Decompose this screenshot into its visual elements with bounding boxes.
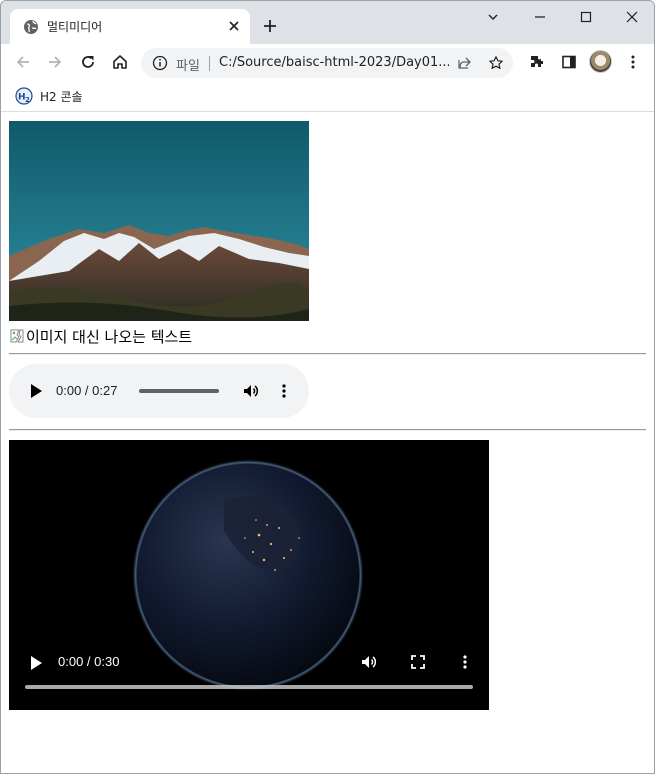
broken-image: 이미지 대신 나오는 텍스트: [9, 325, 192, 347]
play-icon[interactable]: [29, 383, 43, 399]
video-progress-bar[interactable]: [25, 685, 473, 689]
close-tab-icon[interactable]: [228, 20, 240, 32]
image-alt-text: 이미지 대신 나오는 텍스트: [26, 327, 193, 346]
tab-title: 멀티미디어: [47, 20, 103, 34]
home-icon[interactable]: [111, 53, 129, 71]
audio-player[interactable]: 0:00 / 0:27: [9, 364, 309, 418]
chevron-down-icon[interactable]: [485, 9, 501, 25]
share-icon[interactable]: [457, 55, 473, 71]
svg-text:2: 2: [25, 96, 30, 104]
url-text[interactable]: C:/Source/baisc-html-2023/Day01...: [219, 55, 449, 70]
extensions-icon[interactable]: [528, 53, 546, 71]
info-icon[interactable]: [152, 55, 168, 71]
audio-time: 0:00 / 0:27: [56, 383, 118, 398]
bookmarks-bar: H 2 H2 콘솔: [1, 81, 654, 112]
side-panel-icon[interactable]: [560, 53, 578, 71]
volume-icon[interactable]: [242, 382, 260, 400]
broken-image-icon: [10, 329, 24, 343]
minimize-icon[interactable]: [532, 9, 548, 25]
close-window-icon[interactable]: [624, 9, 640, 25]
tab-multimedia[interactable]: 멀티미디어: [10, 9, 250, 44]
more-options-icon[interactable]: [275, 382, 293, 400]
new-tab-icon[interactable]: [263, 19, 277, 33]
more-options-icon[interactable]: [456, 653, 474, 671]
divider: [9, 353, 646, 355]
page-viewport: 이미지 대신 나오는 텍스트 0:00 / 0:27 0:00 / 0:30: [1, 113, 654, 773]
url-scheme: 파일: [176, 59, 200, 74]
reload-icon[interactable]: [79, 53, 97, 71]
kebab-menu-icon[interactable]: [624, 53, 642, 71]
mountain-image: [9, 121, 309, 321]
h2-logo-icon: H 2: [15, 87, 33, 105]
play-icon[interactable]: [29, 655, 43, 671]
toolbar: 파일 C:/Source/baisc-html-2023/Day01...: [1, 44, 654, 81]
tab-strip: 멀티미디어: [1, 1, 654, 44]
video-player[interactable]: 0:00 / 0:30: [9, 440, 489, 710]
profile-avatar[interactable]: [589, 50, 612, 73]
browser-window: 멀티미디어 파일 C:/Source/baisc-html-2023/Day01…: [0, 0, 655, 774]
omnibox-separator: [209, 56, 210, 71]
audio-progress-bar[interactable]: [139, 389, 219, 393]
video-time: 0:00 / 0:30: [58, 654, 120, 669]
bookmark-label: H2 콘솔: [40, 90, 83, 104]
divider: [9, 429, 646, 431]
fullscreen-icon[interactable]: [409, 653, 427, 671]
bookmark-star-icon[interactable]: [488, 55, 504, 71]
maximize-icon[interactable]: [578, 9, 594, 25]
address-bar[interactable]: 파일 C:/Source/baisc-html-2023/Day01...: [141, 48, 513, 78]
globe-icon: [24, 20, 38, 34]
forward-icon[interactable]: [46, 53, 64, 71]
volume-icon[interactable]: [360, 653, 378, 671]
back-icon[interactable]: [14, 53, 32, 71]
